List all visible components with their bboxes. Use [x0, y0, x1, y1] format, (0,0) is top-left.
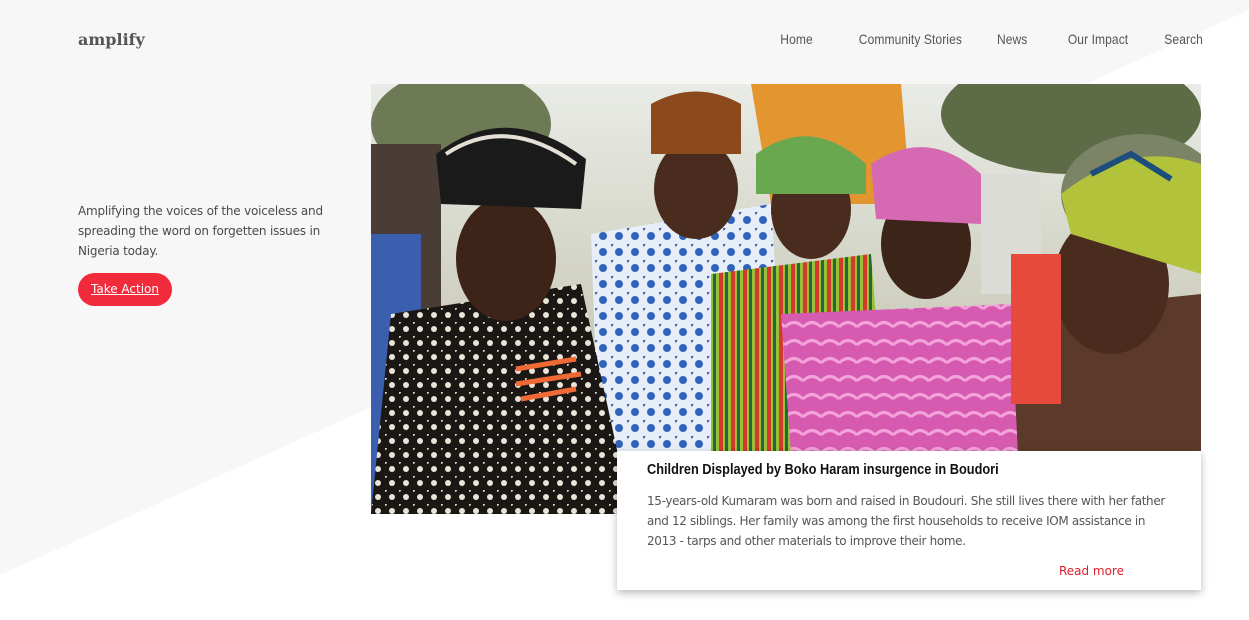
site-logo[interactable]: amplify — [78, 30, 145, 49]
site-header: amplify Home Community Stories News Our … — [0, 0, 1249, 80]
hero-photo — [371, 84, 1201, 514]
story-excerpt: 15-years-old Kumaram was born and raised… — [647, 494, 1165, 548]
hero-intro: Amplifying the voices of the voiceless a… — [78, 201, 328, 306]
story-title[interactable]: Children Displayed by Boko Haram insurge… — [647, 462, 1108, 478]
hero-photo-image — [371, 84, 1201, 514]
nav-our-impact[interactable]: Our Impact — [1068, 31, 1128, 47]
nav-news[interactable]: News — [997, 31, 1027, 47]
hero-tagline: Amplifying the voices of the voiceless a… — [78, 204, 323, 258]
take-action-button[interactable]: Take Action — [78, 273, 172, 306]
main-nav: Home Community Stories News Our Impact S… — [763, 31, 1203, 47]
read-more-link[interactable]: Read more — [1059, 564, 1124, 578]
nav-community-stories[interactable]: Community Stories — [859, 31, 962, 47]
story-card: Children Displayed by Boko Haram insurge… — [617, 451, 1201, 590]
nav-home[interactable]: Home — [780, 31, 812, 47]
nav-search[interactable]: Search — [1164, 31, 1203, 47]
